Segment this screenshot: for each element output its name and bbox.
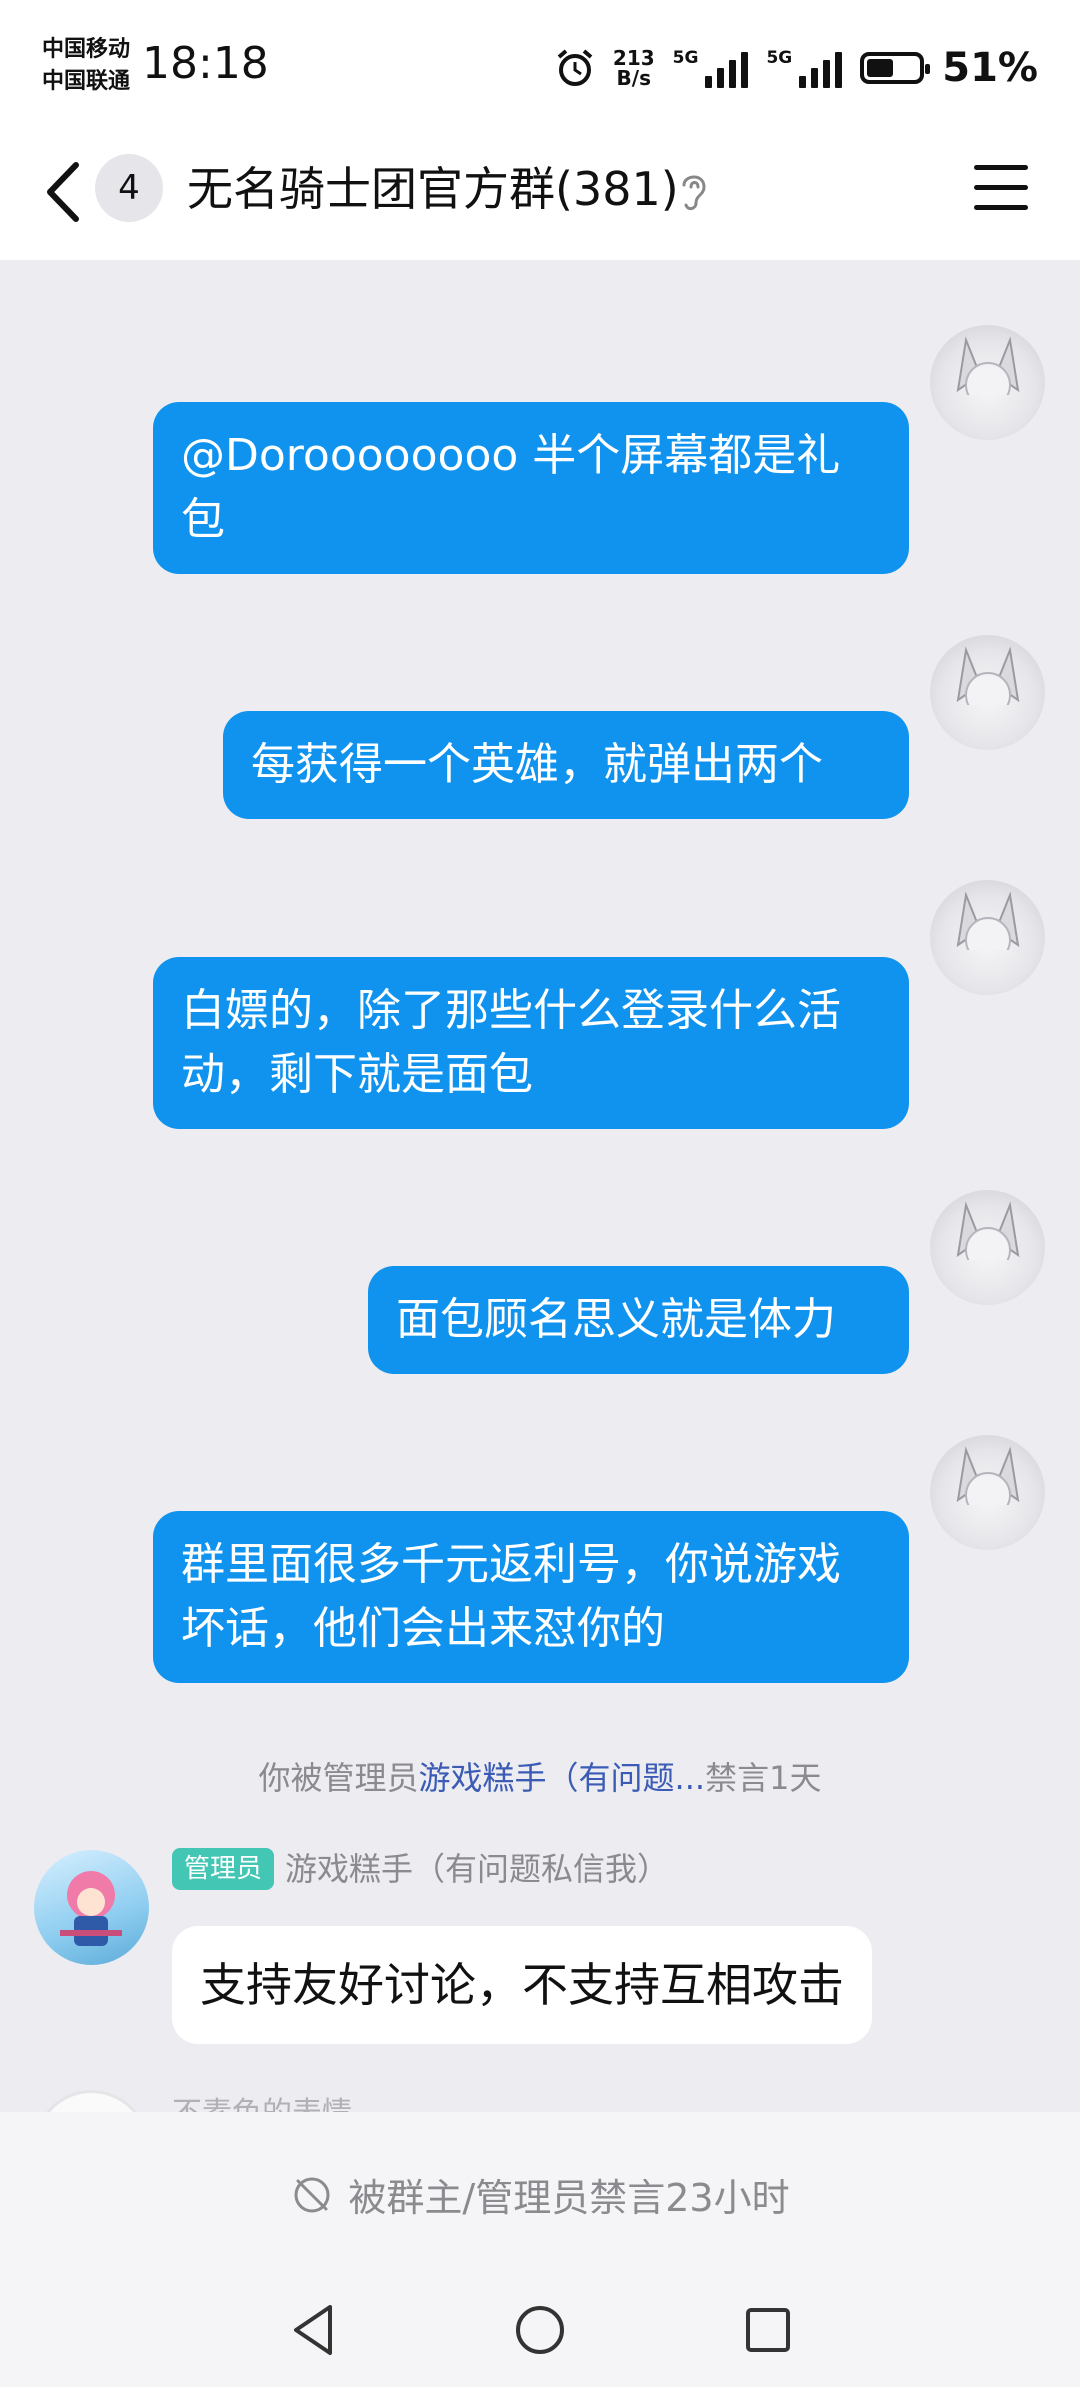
net-speed-unit: B/s bbox=[616, 66, 651, 90]
mute-icon bbox=[294, 2177, 330, 2212]
carrier-1: 中国移动 bbox=[42, 37, 131, 62]
chat-header: 4 无名骑士团官方群(381) bbox=[0, 135, 1080, 260]
group-title[interactable]: 无名骑士团官方群(381) bbox=[187, 157, 679, 221]
mute-system-notice: 你被管理员游戏糕手（有问题...禁言1天 bbox=[0, 1753, 1080, 1799]
message-bubble[interactable]: 群里面很多千元返利号，你说游戏坏话，他们会出来怼你的 bbox=[153, 1511, 909, 1683]
notice-prefix: 你被管理员 bbox=[258, 1759, 419, 1797]
sender-name: 不素色的表情 bbox=[172, 2088, 352, 2112]
alarm-icon bbox=[557, 49, 593, 86]
nav-back-icon[interactable] bbox=[280, 2295, 350, 2365]
message-bubble[interactable]: 白嫖的，除了那些什么登录什么活动，剩下就是面包 bbox=[153, 957, 909, 1129]
avatar[interactable] bbox=[34, 2090, 149, 2112]
muted-input-bar: 被群主/管理员禁言23小时 bbox=[0, 2112, 1080, 2277]
avatar[interactable] bbox=[930, 635, 1045, 750]
avatar-character-icon bbox=[956, 1446, 1020, 1505]
signal-icon-sim2: 5G bbox=[766, 48, 843, 88]
chat-area[interactable]: @Doroooooooo 半个屏幕都是礼包 每获得一个英雄，就弹出两个 白嫖的，… bbox=[0, 260, 1080, 2112]
unread-count-badge[interactable]: 4 bbox=[95, 154, 163, 222]
sim1-type: 5G bbox=[672, 48, 699, 68]
clock: 18:18 bbox=[142, 38, 269, 89]
avatar-character-icon bbox=[60, 1871, 122, 1946]
net-speed-value: 213 bbox=[612, 46, 655, 70]
battery-percent: 51% bbox=[942, 45, 1038, 91]
avatar-character-icon bbox=[956, 1201, 1020, 1260]
signal-icon-sim1: 5G bbox=[673, 48, 749, 88]
avatar[interactable] bbox=[930, 880, 1045, 995]
net-speed: 213 B/s bbox=[613, 48, 655, 88]
avatar-character-icon bbox=[956, 336, 1020, 395]
admin-avatar[interactable] bbox=[34, 1850, 149, 1965]
status-bar: 中国移动 中国联通 18:18 213 B/s 5G 5G 51% bbox=[0, 0, 1080, 135]
notice-admin-link[interactable]: 游戏糕手（有问题... bbox=[419, 1759, 706, 1797]
admin-role-badge: 管理员 bbox=[172, 1848, 275, 1890]
message-bubble[interactable]: 每获得一个英雄，就弹出两个 bbox=[223, 711, 909, 819]
muted-status-text: 被群主/管理员禁言23小时 bbox=[348, 2176, 790, 2220]
avatar[interactable] bbox=[930, 1435, 1045, 1550]
notice-suffix: 禁言1天 bbox=[705, 1759, 822, 1797]
system-navigation-bar bbox=[0, 2277, 1080, 2387]
menu-icon[interactable] bbox=[974, 165, 1028, 215]
earpiece-mode-icon[interactable] bbox=[676, 169, 712, 213]
nav-recents-icon[interactable] bbox=[733, 2295, 803, 2365]
battery-icon bbox=[860, 52, 931, 84]
avatar-character-icon bbox=[956, 891, 1020, 950]
message-bubble[interactable]: 面包顾名思义就是体力 bbox=[368, 1266, 909, 1374]
sim2-type: 5G bbox=[766, 48, 793, 68]
message-bubble[interactable]: @Doroooooooo 半个屏幕都是礼包 bbox=[153, 402, 909, 574]
carrier-labels: 中国移动 中国联通 bbox=[42, 34, 130, 98]
sender-name[interactable]: 游戏糕手（有问题私信我） bbox=[285, 1848, 669, 1890]
avatar[interactable] bbox=[930, 1190, 1045, 1305]
avatar-character-icon bbox=[956, 646, 1020, 705]
nav-home-icon[interactable] bbox=[505, 2295, 575, 2365]
carrier-2: 中国联通 bbox=[42, 69, 131, 94]
avatar[interactable] bbox=[930, 325, 1045, 440]
status-icons: 213 B/s 5G 5G 51% bbox=[555, 40, 1038, 96]
message-bubble[interactable]: 支持友好讨论，不支持互相攻击 bbox=[172, 1926, 872, 2044]
back-arrow-icon[interactable] bbox=[38, 157, 94, 227]
